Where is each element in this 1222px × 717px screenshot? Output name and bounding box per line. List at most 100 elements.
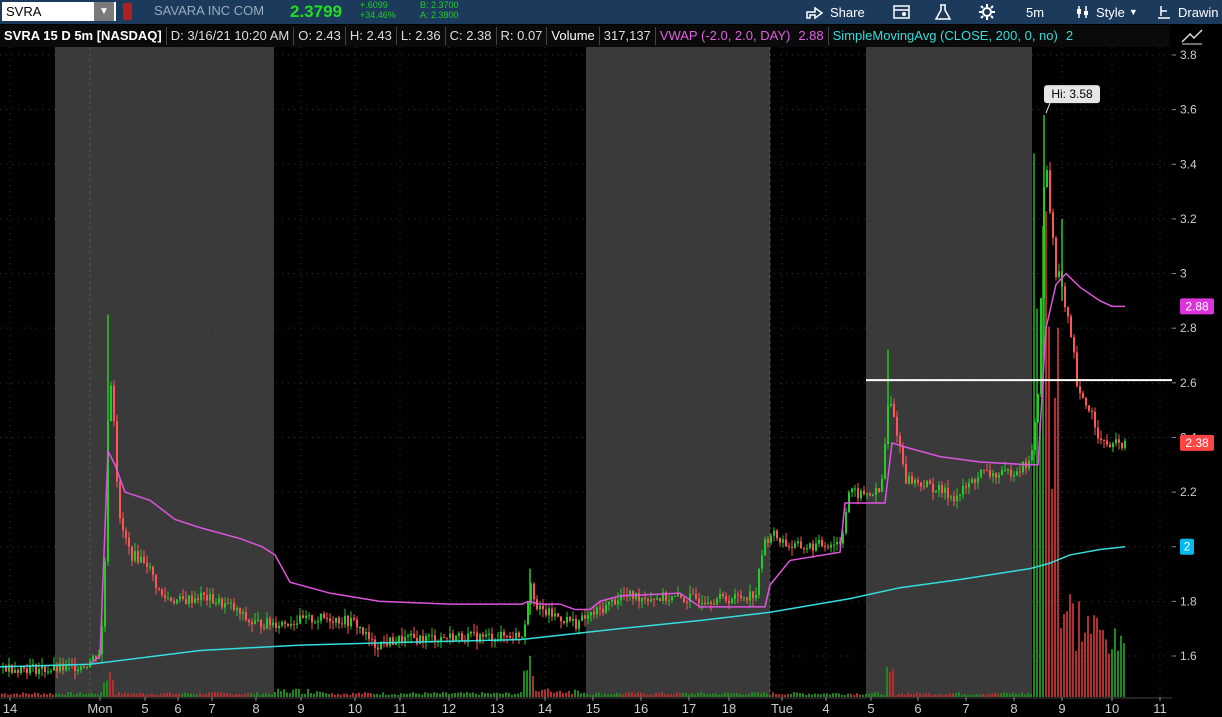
candle-body bbox=[137, 551, 139, 563]
candle-body bbox=[509, 635, 511, 639]
candle-body bbox=[428, 635, 430, 637]
vwap-value: 2.88 bbox=[794, 27, 829, 45]
symbol-text: SVRA bbox=[6, 4, 42, 19]
candle-body bbox=[14, 669, 16, 673]
candle-body bbox=[224, 603, 226, 608]
candle-body bbox=[185, 599, 187, 604]
flexible-grid-button[interactable] bbox=[892, 0, 912, 24]
candle-body bbox=[167, 597, 169, 599]
volume-bar bbox=[1066, 611, 1068, 697]
candle-body bbox=[188, 595, 190, 604]
candle-body bbox=[734, 594, 736, 600]
volume-bar bbox=[1123, 643, 1125, 697]
price-chart[interactable]: Hi: 3.58 bbox=[0, 47, 1172, 697]
candle-body bbox=[80, 666, 82, 670]
volume-bar bbox=[295, 688, 297, 697]
drawings-button[interactable]: Drawin bbox=[1158, 0, 1218, 24]
candle-body bbox=[578, 620, 580, 629]
candle-body bbox=[878, 488, 880, 492]
candle-body bbox=[755, 594, 757, 599]
price-axis[interactable]: 3.83.63.43.232.82.62.42.221.81.62.882.38… bbox=[1172, 47, 1222, 697]
candle-body bbox=[584, 615, 586, 619]
candle-body bbox=[524, 624, 526, 637]
candle-body bbox=[557, 613, 559, 617]
chart-title: SVRA 15 D 5m [NASDAQ] bbox=[0, 27, 167, 45]
candle-body bbox=[515, 632, 517, 639]
candle-body bbox=[77, 669, 79, 672]
volume-bar bbox=[307, 689, 309, 697]
bar-date: D: 3/16/21 10:20 AM bbox=[167, 27, 295, 45]
share-button[interactable]: Share bbox=[805, 0, 865, 24]
candle-body bbox=[917, 479, 919, 483]
candle-body bbox=[281, 622, 283, 626]
sma-value: 2 bbox=[1065, 28, 1074, 43]
candle-body bbox=[962, 486, 964, 495]
volume-bar bbox=[1069, 594, 1071, 697]
candle-body bbox=[758, 568, 760, 595]
candle-body bbox=[230, 602, 232, 604]
candle-body bbox=[707, 602, 709, 605]
candle-body bbox=[149, 566, 151, 568]
candle-body bbox=[749, 591, 751, 601]
candle-body bbox=[506, 635, 508, 637]
candle-body bbox=[821, 540, 823, 547]
candle-body bbox=[1112, 443, 1114, 448]
candle-body bbox=[473, 631, 475, 633]
candle-body bbox=[179, 596, 181, 600]
candle-body bbox=[971, 479, 973, 484]
candle-body bbox=[8, 664, 10, 672]
candle-body bbox=[560, 616, 562, 622]
style-button[interactable]: Style ▼ bbox=[1075, 0, 1138, 24]
y-tick-label-4: 3 bbox=[1180, 267, 1187, 281]
candle-body bbox=[221, 598, 223, 608]
candle-body bbox=[800, 541, 802, 549]
candle-body bbox=[875, 488, 877, 496]
candle-body bbox=[731, 599, 733, 604]
studies-button[interactable] bbox=[934, 0, 952, 24]
candle-body bbox=[242, 612, 244, 614]
candle-body bbox=[350, 618, 352, 627]
volume-bar bbox=[1111, 649, 1113, 697]
candle-body bbox=[1046, 170, 1048, 188]
candle-body bbox=[278, 625, 280, 629]
candle-body bbox=[818, 540, 820, 544]
candle-body bbox=[257, 619, 259, 621]
candle-body bbox=[449, 633, 451, 638]
symbol-dropdown-button[interactable]: ▼ bbox=[94, 2, 114, 21]
style-dropdown-icon: ▼ bbox=[1128, 7, 1138, 17]
x-tick-label-4: 7 bbox=[208, 701, 215, 716]
candle-body bbox=[293, 624, 295, 626]
volume-bar bbox=[889, 671, 891, 697]
time-axis[interactable]: 14 Mon 5 6 7 8 9 10 11 12 13 14 15 16 17 18 Tue 4 5 6 7 8 9 10 1… bbox=[0, 697, 1222, 717]
candle-body bbox=[710, 602, 712, 604]
candle-body bbox=[17, 669, 19, 673]
candle-body bbox=[518, 632, 520, 638]
candle-body bbox=[485, 634, 487, 637]
volume-bar bbox=[109, 671, 111, 697]
candle-body bbox=[344, 615, 346, 625]
volume-bar bbox=[1090, 633, 1092, 697]
candle-body bbox=[155, 575, 157, 588]
candle-body bbox=[1004, 469, 1006, 471]
candle-body bbox=[863, 490, 865, 495]
candle-body bbox=[488, 633, 490, 635]
candle-body bbox=[389, 637, 391, 646]
settings-button[interactable] bbox=[978, 0, 996, 24]
collapse-chart-icon[interactable] bbox=[1180, 27, 1204, 45]
candle-body bbox=[269, 618, 271, 626]
candle-body bbox=[107, 420, 109, 562]
x-tick-label-24: 11 bbox=[1153, 701, 1167, 716]
volume-bar bbox=[1093, 615, 1095, 697]
volume-bar bbox=[277, 688, 279, 697]
candle-body bbox=[122, 518, 124, 531]
volume-bar bbox=[1039, 422, 1041, 697]
candle-body bbox=[290, 624, 292, 626]
candle-body bbox=[953, 496, 955, 502]
y-tick-label-5: 2.8 bbox=[1180, 321, 1197, 335]
alert-flag-icon[interactable] bbox=[123, 3, 132, 20]
candle-body bbox=[47, 671, 49, 673]
bar-high: H: 2.43 bbox=[346, 27, 397, 45]
timeframe-button[interactable]: 5m bbox=[1026, 0, 1044, 24]
candle-body bbox=[1124, 440, 1126, 449]
candle-body bbox=[746, 597, 748, 601]
